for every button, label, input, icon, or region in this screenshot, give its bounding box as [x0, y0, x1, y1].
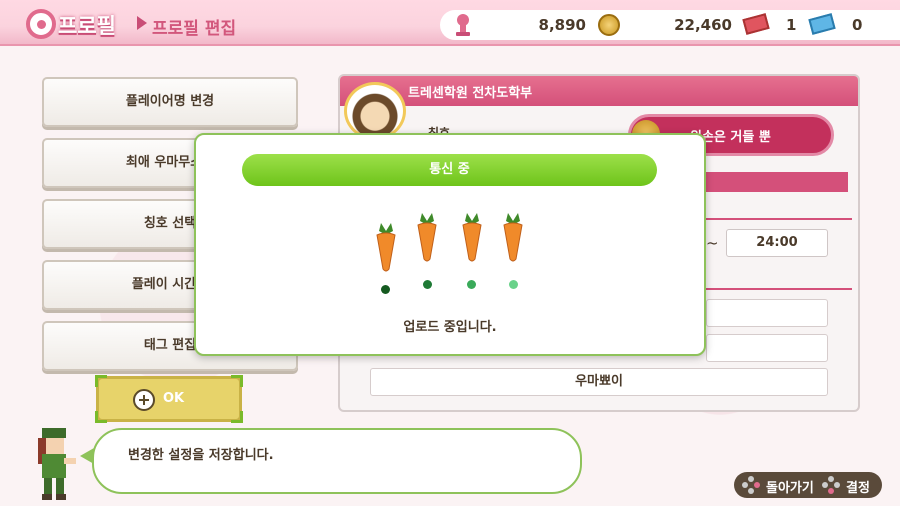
carrot-icon [417, 213, 437, 262]
carrot-icon [462, 213, 482, 262]
dpad-icon [822, 476, 840, 494]
progress-dot [423, 280, 432, 289]
carrot-icon [376, 223, 396, 272]
progress-dot [467, 280, 476, 289]
progress-dot [381, 285, 390, 294]
progress-dot [509, 280, 518, 289]
dpad-icon [742, 476, 760, 494]
dialog-message: 업로드 중입니다. [403, 320, 497, 335]
back-button[interactable]: 돌아가기 [766, 477, 814, 496]
carrot-icon [503, 213, 523, 262]
confirm-button[interactable]: 결정 [846, 477, 870, 496]
dialog-title: 통신 중 [242, 154, 657, 186]
